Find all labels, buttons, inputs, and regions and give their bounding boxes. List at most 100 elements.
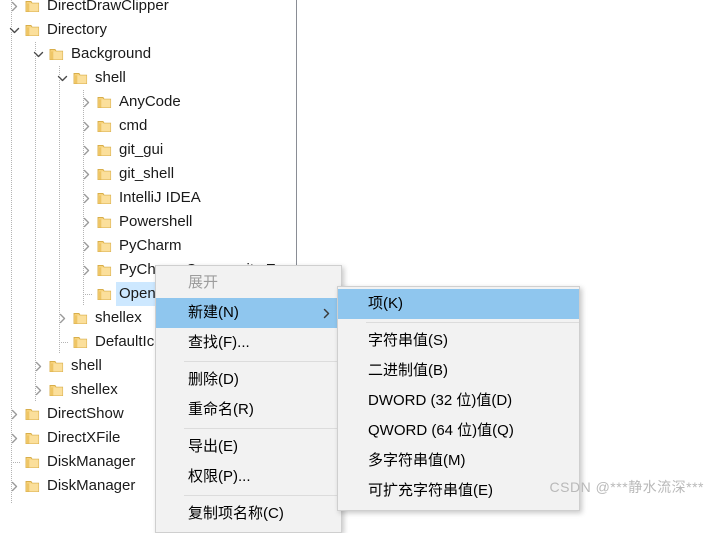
tree-item[interactable]: Powershell <box>78 210 194 234</box>
chevron-right-icon[interactable] <box>78 162 94 186</box>
tree-item[interactable]: git_shell <box>78 162 176 186</box>
chevron-right-icon[interactable] <box>6 474 22 498</box>
chevron-right-icon[interactable] <box>6 402 22 426</box>
tree-item-label: DiskManager <box>44 498 137 503</box>
tree-guide-line <box>35 42 36 402</box>
folder-icon <box>94 258 116 282</box>
folder-icon <box>22 450 44 474</box>
chevron-right-icon <box>322 298 331 328</box>
folder-icon <box>22 426 44 450</box>
tree-item[interactable]: cmd <box>78 114 149 138</box>
menu-item[interactable]: 查找(F)... <box>156 328 341 358</box>
tree-item-label: shellex <box>71 381 118 398</box>
tree-item[interactable]: DiskManager <box>6 498 137 503</box>
folder-icon <box>46 378 68 402</box>
chevron-right-icon[interactable] <box>78 210 94 234</box>
tree-item-label: AnyCode <box>119 93 181 110</box>
new-submenu[interactable]: 项(K) 字符串值(S) 二进制值(B) DWORD (32 位)值(D) QWORD … <box>337 286 580 511</box>
chevron-right-icon[interactable] <box>78 90 94 114</box>
tree-item[interactable]: AnyCode <box>78 90 183 114</box>
tree-item-label: shellex <box>95 309 142 326</box>
menu-item-label: 展开 <box>188 274 219 291</box>
context-menu[interactable]: 展开新建(N) 查找(F)... 删除(D) 重命名(R) 导出(E) 权限(P)... 复… <box>155 265 342 533</box>
tree-item[interactable]: DiskManager <box>6 450 137 474</box>
tree-item[interactable]: PyCharm <box>78 234 184 258</box>
chevron-right-icon[interactable] <box>6 498 22 503</box>
menu-item-label: 导出(E) <box>188 438 238 455</box>
chevron-right-icon[interactable] <box>78 258 94 282</box>
tree-guide-line <box>83 294 92 295</box>
tree-item[interactable]: IntelliJ IDEA <box>78 186 203 210</box>
tree-item-label: git_shell <box>119 165 175 182</box>
tree-item[interactable]: git_gui <box>78 138 165 162</box>
tree-item-label: DefaultIco <box>95 333 163 350</box>
tree-item[interactable]: Background <box>30 42 153 66</box>
tree-item-label: IntelliJ IDEA <box>119 189 201 206</box>
menu-item[interactable]: 权限(P)... <box>156 462 341 492</box>
chevron-right-icon[interactable] <box>78 114 94 138</box>
chevron-right-icon[interactable] <box>78 186 94 210</box>
menu-item[interactable]: DWORD (32 位)值(D) <box>338 386 579 416</box>
menu-item[interactable]: 重命名(R) <box>156 395 341 425</box>
menu-item-label: 多字符串值(M) <box>368 452 466 469</box>
menu-item[interactable]: 复制项名称(C) <box>156 499 341 529</box>
tree-guide-line <box>11 0 12 503</box>
chevron-right-icon[interactable] <box>54 306 70 330</box>
tree-item[interactable]: shell <box>54 66 128 90</box>
chevron-right-icon[interactable] <box>30 354 46 378</box>
menu-item[interactable]: 二进制值(B) <box>338 356 579 386</box>
chevron-right-icon[interactable] <box>6 0 22 18</box>
chevron-down-icon[interactable] <box>30 42 46 66</box>
tree-item[interactable]: DirectShow <box>6 402 126 426</box>
chevron-down-icon[interactable] <box>54 66 70 90</box>
menu-item: 展开 <box>156 268 341 298</box>
tree-item[interactable]: Directory <box>6 18 109 42</box>
tree-item[interactable]: DirectDrawClipper <box>6 0 171 18</box>
menu-item-label: 二进制值(B) <box>368 362 448 379</box>
menu-item-label: 字符串值(S) <box>368 332 448 349</box>
tree-item[interactable]: shellex <box>54 306 144 330</box>
folder-icon <box>22 498 44 503</box>
tree-item-label: Powershell <box>119 213 193 230</box>
tree-item-label: DirectXFile <box>47 429 121 446</box>
menu-item[interactable]: 字符串值(S) <box>338 326 579 356</box>
tree-item-label: DirectDrawClipper <box>47 0 169 14</box>
menu-item-label: 新建(N) <box>188 304 239 321</box>
menu-item[interactable]: 导出(E) <box>156 432 341 462</box>
folder-icon <box>22 0 44 18</box>
folder-icon <box>94 210 116 234</box>
menu-item-label: 复制项名称(C) <box>188 505 284 522</box>
chevron-right-icon[interactable] <box>6 426 22 450</box>
folder-icon <box>94 114 116 138</box>
menu-item[interactable]: 项(K) <box>338 289 579 319</box>
tree-item-label: DiskManager <box>47 453 136 470</box>
folder-icon <box>94 138 116 162</box>
menu-item-label: 可扩充字符串值(E) <box>368 482 493 499</box>
menu-item-label: 项(K) <box>368 295 403 312</box>
tree-item-label: Background <box>71 45 152 62</box>
menu-item[interactable]: 删除(D) <box>156 365 341 395</box>
tree-item-label: git_gui <box>119 141 164 158</box>
tree-item-label: shell <box>71 357 102 374</box>
menu-item-label: 权限(P)... <box>188 468 251 485</box>
folder-icon <box>70 330 92 354</box>
chevron-down-icon[interactable] <box>6 18 22 42</box>
menu-item[interactable]: QWORD (64 位)值(Q) <box>338 416 579 446</box>
tree-item-label: Directory <box>47 21 108 38</box>
tree-item[interactable]: DefaultIco <box>54 330 165 354</box>
folder-icon <box>94 234 116 258</box>
tree-item[interactable]: shellex <box>30 378 120 402</box>
chevron-right-icon[interactable] <box>78 138 94 162</box>
menu-item-label: QWORD (64 位)值(Q) <box>368 422 514 439</box>
chevron-right-icon[interactable] <box>78 234 94 258</box>
menu-item[interactable]: 可扩充字符串值(E) <box>338 476 579 506</box>
menu-item[interactable]: 新建(N) <box>156 298 341 328</box>
tree-item[interactable]: DirectXFile <box>6 426 122 450</box>
menu-item[interactable]: 多字符串值(M) <box>338 446 579 476</box>
tree-item[interactable]: DiskManager <box>6 474 137 498</box>
folder-icon <box>94 90 116 114</box>
tree-item[interactable]: shell <box>30 354 104 378</box>
chevron-right-icon[interactable] <box>30 378 46 402</box>
tree-item-label: PyCharm <box>119 237 182 254</box>
folder-icon <box>22 474 44 498</box>
